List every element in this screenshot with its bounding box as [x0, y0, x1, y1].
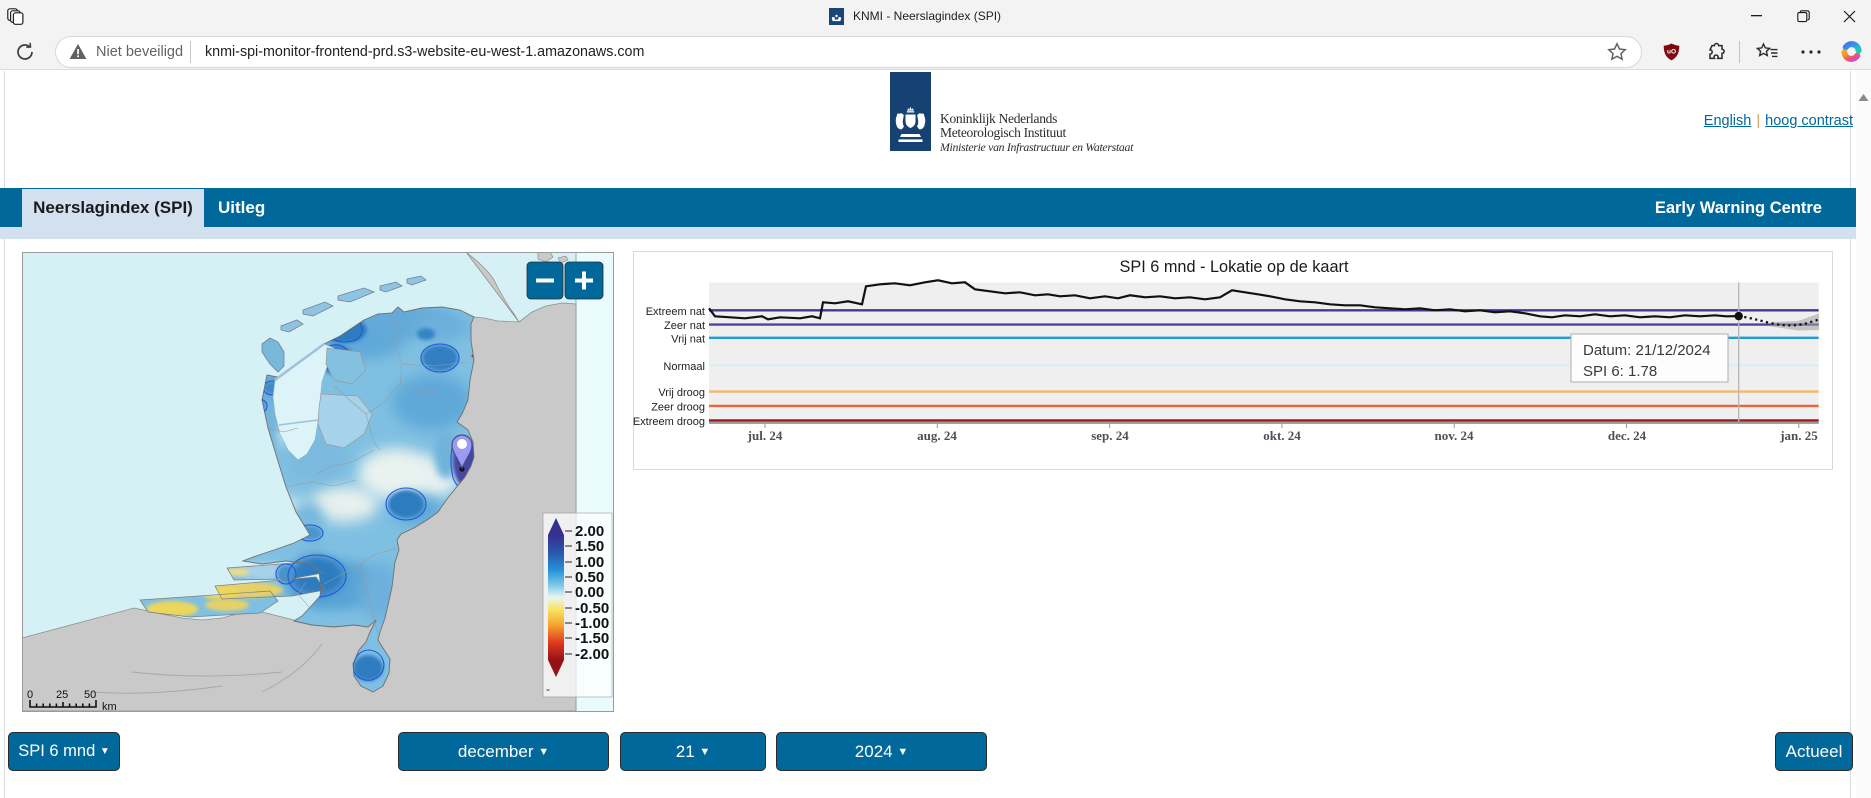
svg-text:0.00: 0.00	[575, 584, 604, 601]
svg-text:-: -	[546, 682, 550, 696]
svg-text:Zeer nat: Zeer nat	[664, 320, 705, 332]
svg-text:0: 0	[27, 689, 33, 701]
svg-text:km: km	[102, 701, 117, 712]
svg-text:jul. 24: jul. 24	[747, 428, 783, 443]
svg-text:25: 25	[56, 689, 68, 701]
svg-text:Extreem droog: Extreem droog	[633, 416, 705, 428]
svg-text:aug. 24: aug. 24	[917, 428, 957, 443]
svg-text:Extreem nat: Extreem nat	[646, 306, 705, 318]
svg-text:Vrij nat: Vrij nat	[671, 333, 705, 345]
svg-text:nov. 24: nov. 24	[1434, 428, 1474, 443]
svg-text:Datum: 21/12/2024: Datum: 21/12/2024	[1583, 342, 1711, 359]
svg-text:-1.50: -1.50	[575, 630, 609, 647]
svg-text:sep. 24: sep. 24	[1091, 428, 1129, 443]
svg-text:okt. 24: okt. 24	[1263, 428, 1301, 443]
svg-text:Normaal: Normaal	[663, 361, 705, 373]
svg-text:jan. 25: jan. 25	[1779, 428, 1818, 443]
svg-text:SPI 6: 1.78: SPI 6: 1.78	[1583, 363, 1657, 380]
svg-text:1.50: 1.50	[575, 538, 604, 555]
svg-text:-2.00: -2.00	[575, 646, 609, 663]
svg-text:SPI 6 mnd - Lokatie op de kaar: SPI 6 mnd - Lokatie op de kaart	[1120, 258, 1349, 276]
svg-text:uO: uO	[1667, 49, 1676, 56]
svg-text:50: 50	[84, 689, 96, 701]
svg-text:dec. 24: dec. 24	[1608, 428, 1647, 443]
svg-text:Zeer droog: Zeer droog	[651, 401, 705, 413]
svg-text:Vrij droog: Vrij droog	[658, 387, 705, 399]
